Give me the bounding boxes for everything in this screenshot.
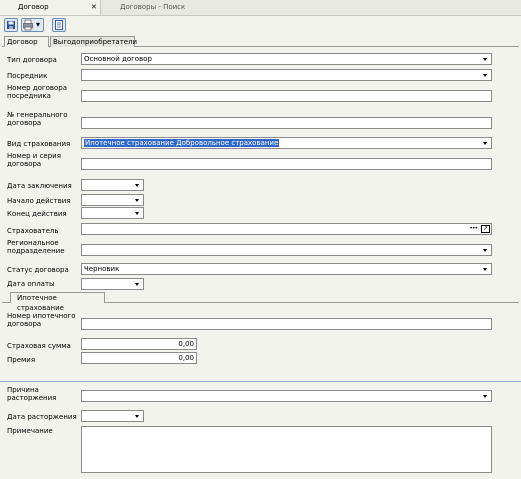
termination-reason-label: Причина расторжения xyxy=(7,386,57,402)
start-date-picker[interactable] xyxy=(81,194,144,206)
section-divider xyxy=(0,381,521,382)
end-date-picker[interactable] xyxy=(81,207,144,219)
contract-number-series-input[interactable] xyxy=(81,158,492,170)
intermediary-select[interactable] xyxy=(81,69,492,81)
contract-number-series-label: Номер и серия договора xyxy=(7,152,61,168)
tab-contract-page[interactable]: Договор xyxy=(4,36,49,47)
tab-mortgage[interactable]: Ипотечное страхование xyxy=(10,292,105,312)
contract-type-select[interactable]: Основной договор xyxy=(81,53,492,65)
contract-status-select[interactable]: Черновик xyxy=(81,263,492,275)
intermediary-contract-no-input[interactable] xyxy=(81,90,492,102)
tab-contracts-search[interactable]: Договоры - Поиск xyxy=(120,0,220,15)
contract-type-value: Основной договор xyxy=(84,55,152,63)
conclusion-date-label: Дата заключения xyxy=(7,182,72,190)
general-contract-no-input[interactable] xyxy=(81,117,492,129)
chevron-down-icon[interactable] xyxy=(480,264,491,274)
print-button[interactable]: ▾ xyxy=(21,18,44,32)
close-icon[interactable]: ✕ xyxy=(91,0,97,15)
chevron-down-icon[interactable] xyxy=(480,391,491,401)
insurance-type-label: Вид страхования xyxy=(7,140,71,148)
chevron-down-icon[interactable] xyxy=(132,411,143,421)
chevron-down-icon[interactable] xyxy=(480,245,491,255)
general-contract-no-label: № генерального договора xyxy=(7,111,68,127)
policyholder-field[interactable]: ••• ↗ xyxy=(81,223,492,235)
save-icon xyxy=(7,21,15,29)
premium-input[interactable]: 0,00 xyxy=(81,352,197,364)
payment-date-label: Дата оплаты xyxy=(7,280,55,288)
regional-unit-label: Региональное подразделение xyxy=(7,239,65,255)
note-textarea[interactable] xyxy=(81,426,492,473)
insurance-type-select[interactable]: Ипотечное страхование Добровольное страх… xyxy=(81,137,492,149)
chevron-down-icon[interactable] xyxy=(480,138,491,148)
premium-label: Премия xyxy=(7,356,36,364)
contract-status-value: Черновик xyxy=(84,265,120,273)
document-button[interactable] xyxy=(52,18,66,32)
chevron-down-icon[interactable] xyxy=(132,279,143,289)
document-icon xyxy=(55,20,63,30)
termination-date-label: Дата расторжения xyxy=(7,413,77,421)
end-date-label: Конец действия xyxy=(7,210,67,218)
contract-type-label: Тип договора xyxy=(7,56,57,64)
policyholder-label: Страхователь xyxy=(7,227,59,235)
intermediary-contract-no-label: Номер договора посредника xyxy=(7,84,68,100)
conclusion-date-picker[interactable] xyxy=(81,179,144,191)
payment-date-picker[interactable] xyxy=(81,278,144,290)
tab-contract[interactable]: Договор ✕ xyxy=(0,0,101,15)
sum-insured-input[interactable]: 0,00 xyxy=(81,338,197,350)
chevron-down-icon[interactable] xyxy=(132,208,143,218)
termination-date-picker[interactable] xyxy=(81,410,144,422)
open-icon[interactable]: ↗ xyxy=(481,225,490,233)
sum-insured-label: Страховая сумма xyxy=(7,342,71,350)
insurance-type-value: Ипотечное страхование Добровольное страх… xyxy=(84,139,280,147)
note-label: Примечание xyxy=(7,427,53,435)
print-icon xyxy=(23,19,33,31)
chevron-down-icon[interactable] xyxy=(132,180,143,190)
start-date-label: Начало действия xyxy=(7,197,71,205)
tab-beneficiaries[interactable]: Выгодоприобретатели xyxy=(50,36,137,47)
intermediary-label: Посредник xyxy=(7,72,48,80)
termination-reason-select[interactable] xyxy=(81,390,492,402)
chevron-down-icon[interactable]: ▾ xyxy=(36,20,40,29)
mortgage-contract-no-label: Номер ипотечного договора xyxy=(7,312,76,328)
chevron-down-icon[interactable] xyxy=(480,54,491,64)
save-button[interactable] xyxy=(4,18,18,32)
tab-contract-label: Договор xyxy=(18,3,49,11)
mortgage-contract-no-input[interactable] xyxy=(81,318,492,330)
ellipsis-icon[interactable]: ••• xyxy=(469,224,478,234)
regional-unit-select[interactable] xyxy=(81,244,492,256)
contract-status-label: Статус договора xyxy=(7,266,69,274)
chevron-down-icon[interactable] xyxy=(132,195,143,205)
document-tab-bar: Договор ✕ Договоры - Поиск xyxy=(0,0,521,16)
chevron-down-icon[interactable] xyxy=(480,70,491,80)
